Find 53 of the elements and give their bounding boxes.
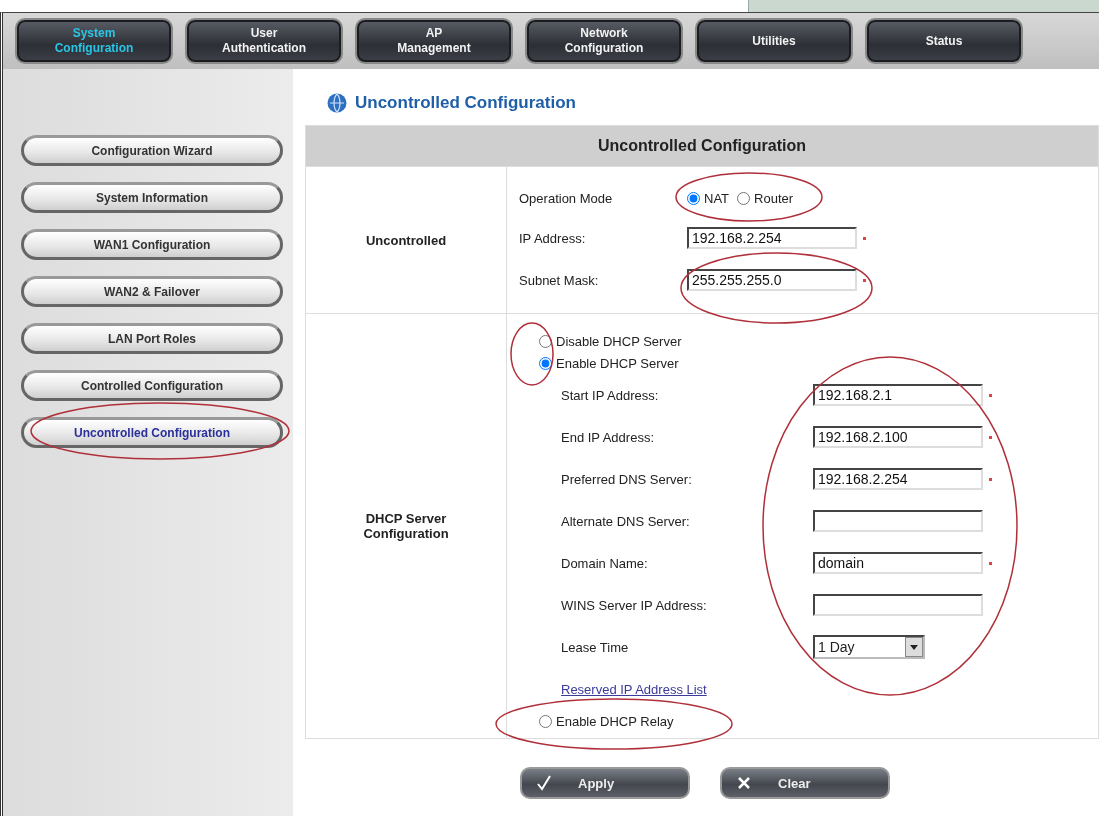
checkmark-icon: [536, 775, 552, 791]
apply-button[interactable]: Apply: [520, 767, 690, 799]
radio-label: Enable DHCP Relay: [556, 713, 674, 729]
nav-tab[interactable]: AP Management: [355, 18, 513, 64]
field-label: WINS Server IP Address:: [561, 597, 708, 613]
input-field[interactable]: 192.168.2.100: [813, 426, 983, 448]
sidebar-item[interactable]: Uncontrolled Configuration: [21, 417, 283, 448]
input-field[interactable]: [813, 594, 983, 616]
radio-button[interactable]: [539, 334, 552, 348]
field-label: Subnet Mask:: [519, 272, 600, 288]
annotation-ellipse: [510, 322, 554, 386]
page-title: Uncontrolled Configuration: [355, 93, 576, 113]
field-label: Start IP Address:: [561, 387, 660, 403]
nav-tab[interactable]: Network Configuration: [525, 18, 683, 64]
radio-button[interactable]: [737, 191, 751, 205]
field-label: IP Address:: [519, 230, 587, 246]
input-field[interactable]: [813, 510, 983, 532]
section-label: Uncontrolled: [365, 232, 447, 248]
input-field[interactable]: domain: [813, 552, 983, 574]
close-icon: [736, 775, 752, 791]
reserved-ip-link[interactable]: Reserved IP Address List: [561, 681, 707, 697]
radio-label: Enable DHCP Server: [556, 355, 679, 371]
field-label: Operation Mode: [519, 190, 614, 206]
nav-tab[interactable]: Status: [865, 18, 1023, 64]
radio-button[interactable]: [539, 356, 552, 370]
radio-label: Router: [754, 190, 794, 206]
field-label: Lease Time: [561, 639, 630, 655]
radio-button[interactable]: [539, 714, 552, 728]
sidebar-item[interactable]: Configuration Wizard: [21, 135, 283, 166]
sidebar-item[interactable]: LAN Port Roles: [21, 323, 283, 354]
clear-button[interactable]: Clear: [720, 767, 890, 799]
nav-tab[interactable]: System Configuration: [15, 18, 173, 64]
input-field[interactable]: 192.168.2.254: [687, 227, 857, 249]
input-field[interactable]: 192.168.2.1: [813, 384, 983, 406]
field-label: Alternate DNS Server:: [561, 513, 691, 529]
sidebar-item[interactable]: WAN1 Configuration: [21, 229, 283, 260]
field-label: Preferred DNS Server:: [561, 471, 693, 487]
section-label: DHCP Server Configuration: [362, 511, 450, 541]
radio-label: NAT: [704, 190, 730, 206]
radio-button[interactable]: [687, 191, 700, 205]
input-field[interactable]: 255.255.255.0: [687, 269, 857, 291]
field-label: Domain Name:: [561, 555, 649, 571]
sidebar-item[interactable]: WAN2 & Failover: [21, 276, 283, 307]
lease-time-select[interactable]: 1 Day: [813, 635, 925, 659]
nav-tab[interactable]: User Authentication: [185, 18, 343, 64]
field-label: End IP Address:: [561, 429, 655, 445]
radio-label: Disable DHCP Server: [556, 333, 682, 349]
input-field[interactable]: 192.168.2.254: [813, 468, 983, 490]
globe-icon: [327, 93, 347, 113]
panel-title: Uncontrolled Configuration: [306, 126, 1098, 166]
sidebar-item[interactable]: System Information: [21, 182, 283, 213]
sidebar-item[interactable]: Controlled Configuration: [21, 370, 283, 401]
nav-tab[interactable]: Utilities: [695, 18, 853, 64]
